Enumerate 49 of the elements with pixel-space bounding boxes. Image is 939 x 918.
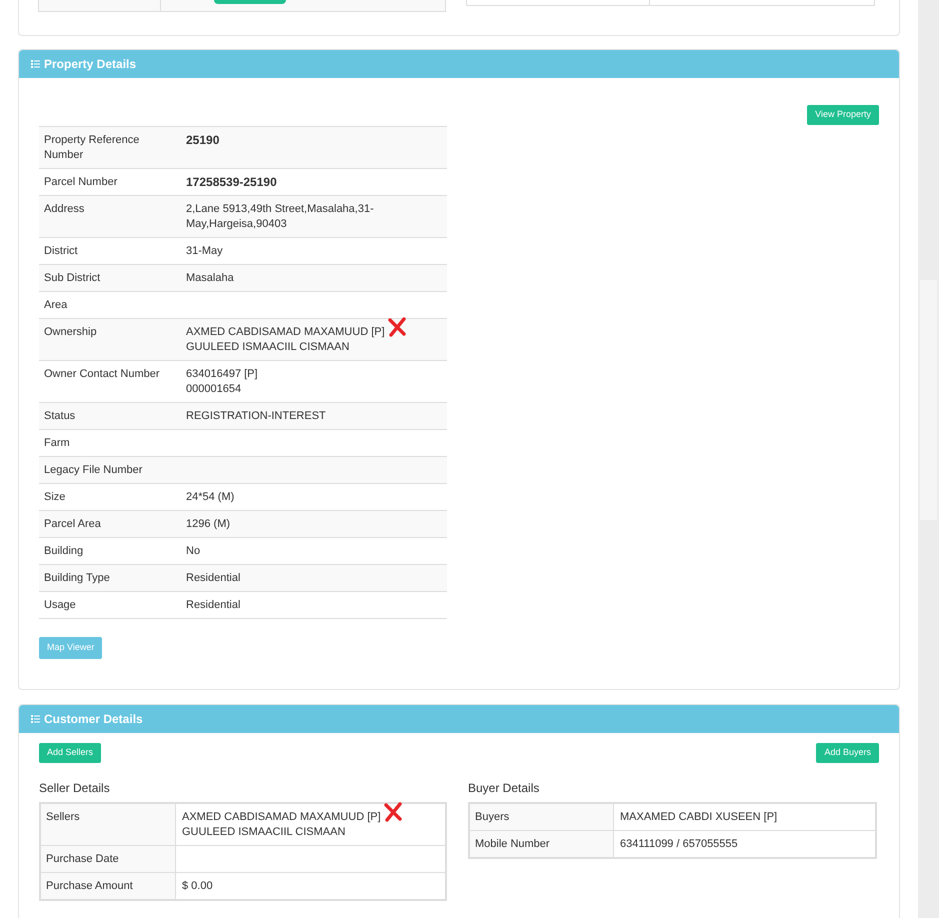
label-cell: Sellers: [41, 804, 176, 845]
label-cell-text: Area: [43, 298, 68, 313]
value-text: 17258539-25190: [186, 175, 277, 190]
label-cell: Purchase Amount: [41, 873, 176, 899]
section-heading: Buyer Details: [468, 780, 540, 797]
value-text: Masalaha: [186, 271, 234, 286]
label-cell-text: District: [43, 244, 79, 259]
label-cell: Buyers: [470, 804, 614, 830]
label-cell-text: Usage: [43, 598, 77, 613]
add-sellers-button[interactable]: Add Sellers: [39, 743, 102, 763]
value-text: No: [186, 544, 200, 559]
value-text: AXMED CABDISAMAD MAXAMUUD [P] GUULEED ISMAACIIL CISMAAN: [182, 810, 381, 840]
value-text: 25190: [186, 133, 220, 148]
value-text: REGISTRATION-INTEREST: [186, 409, 326, 424]
label-cell-text: Status: [43, 409, 76, 424]
action-button[interactable]: [214, 0, 286, 4]
list-icon: [31, 60, 40, 68]
label-cell-text: Property Reference Number: [43, 133, 140, 163]
section-heading: Seller Details: [39, 780, 111, 797]
value-text: 634111099 / 657055555: [620, 837, 738, 852]
map-viewer-button[interactable]: Map Viewer: [39, 637, 102, 659]
label-cell: Mobile Number: [470, 831, 614, 857]
value-text: 2,Lane 5913,49th Street,Masalaha,31- May,Hargeisa,90403: [186, 202, 374, 232]
panel-title: Property Details: [44, 56, 136, 73]
label-cell-text: Building Type: [43, 571, 111, 586]
label-cell: Purchase Date: [41, 846, 176, 872]
label-cell-text: Sub District: [43, 271, 102, 286]
label-cell-text: Address: [43, 202, 86, 217]
value-text: 24*54 (M): [186, 490, 234, 505]
view-property-button[interactable]: View Property: [807, 105, 879, 125]
value-text: 634016497 [P] 000001654: [186, 367, 258, 397]
label-cell-text: Building: [43, 544, 84, 559]
label-cell-text: Legacy File Number: [43, 463, 144, 478]
value-text: AXMED CABDISAMAD MAXAMUUD [P] GUULEED ISMAACIIL CISMAAN: [186, 325, 385, 355]
list-icon: [31, 715, 40, 723]
value-text: MAXAMED CABDI XUSEEN [P]: [620, 810, 778, 825]
value-text: Residential: [186, 598, 240, 613]
label-cell-text: Size: [43, 490, 66, 505]
label-cell-text: Parcel Area: [43, 517, 102, 532]
label-cell-text: Owner Contact Number: [43, 367, 161, 382]
value-text: $ 0.00: [182, 879, 213, 894]
value-text: Residential: [186, 571, 240, 586]
label-cell-text: Ownership: [43, 325, 98, 340]
label-cell-text: Parcel Number: [43, 175, 118, 190]
value-text: 31-May: [186, 244, 223, 259]
panel-title: Customer Details: [44, 711, 143, 728]
value-text: 1296 (M): [186, 517, 230, 532]
label-cell-text: Farm: [43, 436, 71, 451]
add-buyers-button[interactable]: Add Buyers: [816, 743, 879, 763]
